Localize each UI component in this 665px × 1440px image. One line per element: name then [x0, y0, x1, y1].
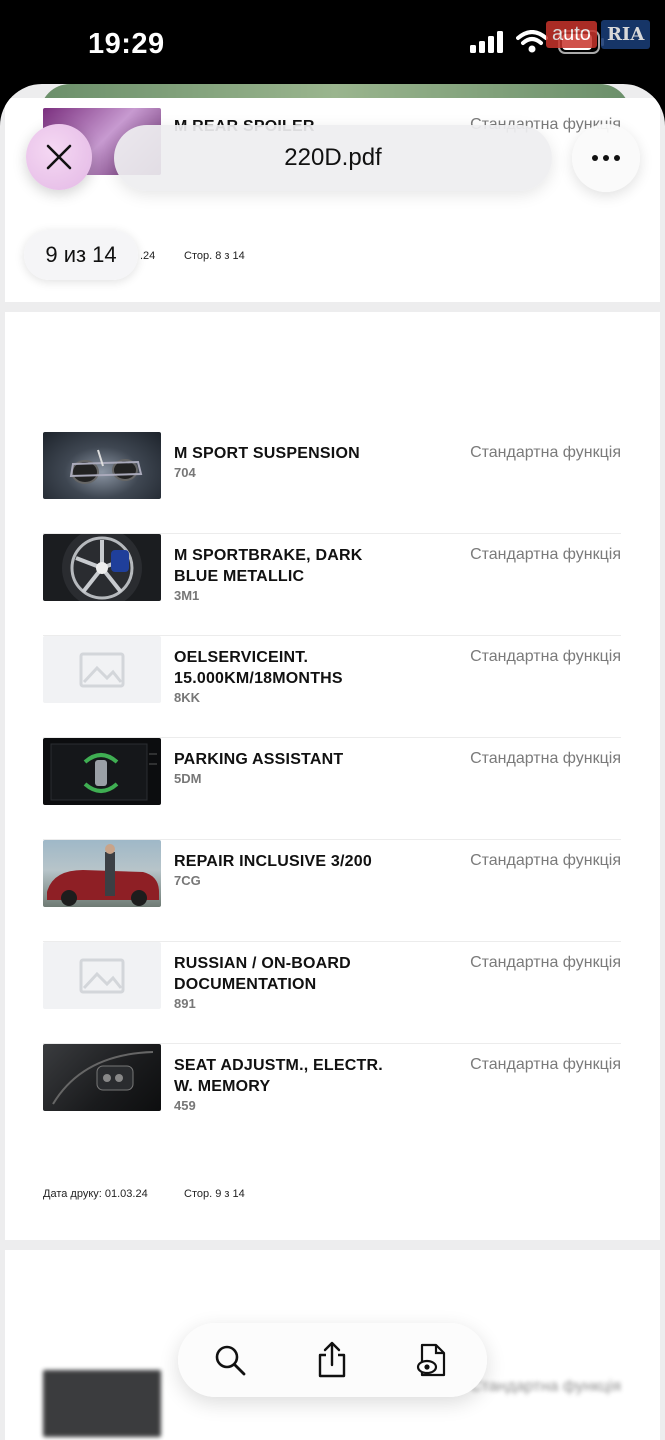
item-code: 3M1	[174, 588, 200, 603]
share-button[interactable]	[312, 1340, 352, 1380]
markup-icon	[416, 1343, 446, 1377]
item-code: 891	[174, 996, 196, 1011]
document-sheet[interactable]: M REAR SPOILER Стандартна функція .24 Ст…	[0, 84, 665, 1440]
item-status: Стандартна функція	[470, 852, 621, 869]
item-thumbnail-suspension	[43, 432, 161, 499]
status-bar: 19:29 auto RIA	[0, 0, 665, 90]
status-time: 19:29	[88, 28, 165, 60]
list-item: M SPORTBRAKE, DARK BLUE METALLIC 3M1 Ста…	[43, 534, 621, 636]
more-button[interactable]	[572, 124, 640, 192]
list-item: M SPORT SUSPENSION 704 Стандартна функці…	[43, 432, 621, 534]
item-title: PARKING ASSISTANT	[174, 751, 344, 768]
item-status: Стандартна функція	[470, 546, 621, 563]
pdf-page-9: M SPORT SUSPENSION 704 Стандартна функці…	[5, 312, 660, 1240]
item-title: SEAT ADJUSTM., ELECTR. W. MEMORY	[174, 1057, 383, 1095]
watermark-logo: auto RIA	[546, 20, 651, 49]
more-icon-dot	[603, 155, 609, 161]
wifi-icon	[516, 30, 548, 53]
item-title: OELSERVICEINT. 15.000KM/18MONTHS	[174, 649, 343, 687]
item-code: 704	[174, 465, 196, 480]
item-status: Стандартна функція	[470, 1056, 621, 1073]
cellular-signal-icon	[470, 31, 503, 53]
item-thumbnail-parking	[43, 738, 161, 805]
list-item: PARKING ASSISTANT 5DM Стандартна функція	[43, 738, 621, 840]
item-code: 7CG	[174, 873, 201, 888]
item-code: 459	[174, 1098, 196, 1113]
close-icon	[46, 144, 72, 170]
item-title: M SPORT SUSPENSION	[174, 445, 360, 462]
image-placeholder-icon	[43, 636, 161, 703]
item-thumbnail-seat	[43, 1044, 161, 1111]
list-item: RUSSIAN / ON-BOARD DOCUMENTATION 891 Ста…	[43, 942, 621, 1044]
item-status: Стандартна функція	[470, 954, 621, 971]
markup-button[interactable]	[412, 1340, 452, 1380]
item-status: Стандартна функція	[470, 444, 621, 461]
page-counter: 9 из 14	[24, 230, 138, 280]
search-button[interactable]	[210, 1340, 250, 1380]
share-icon	[318, 1341, 346, 1378]
watermark-ria: RIA	[600, 20, 651, 49]
document-title[interactable]: 220D.pdf	[114, 125, 552, 191]
footer-print-date: Дата друку: 01.03.24	[43, 1188, 148, 1200]
close-button[interactable]	[26, 124, 92, 190]
item-thumbnail-brake	[43, 534, 161, 601]
item-title: M SPORTBRAKE, DARK BLUE METALLIC	[174, 547, 363, 585]
list-item: SEAT ADJUSTM., ELECTR. W. MEMORY 459 Ста…	[43, 1044, 621, 1146]
item-status: Стандартна функція	[470, 648, 621, 665]
search-icon	[215, 1345, 246, 1376]
item-title: RUSSIAN / ON-BOARD DOCUMENTATION	[174, 955, 351, 993]
item-status: Стандартна функція	[470, 1378, 621, 1395]
item-thumbnail-repair	[43, 840, 161, 907]
item-thumbnail-next	[43, 1370, 161, 1437]
list-item: REPAIR INCLUSIVE 3/200 7CG Стандартна фу…	[43, 840, 621, 942]
footer-page-number: Стор. 9 з 14	[184, 1188, 245, 1200]
list-item: OELSERVICEINT. 15.000KM/18MONTHS 8KK Ста…	[43, 636, 621, 738]
item-title: REPAIR INCLUSIVE 3/200	[174, 853, 372, 870]
more-icon	[592, 155, 598, 161]
footer-date-fragment: .24	[140, 250, 156, 262]
bottom-toolbar	[178, 1323, 487, 1397]
image-placeholder-icon	[43, 942, 161, 1009]
item-status: Стандартна функція	[470, 750, 621, 767]
more-icon-dot	[614, 155, 620, 161]
footer-page-number: Стор. 8 з 14	[184, 250, 245, 262]
item-code: 5DM	[174, 771, 202, 786]
watermark-auto: auto	[546, 21, 597, 48]
item-code: 8KK	[174, 690, 201, 705]
